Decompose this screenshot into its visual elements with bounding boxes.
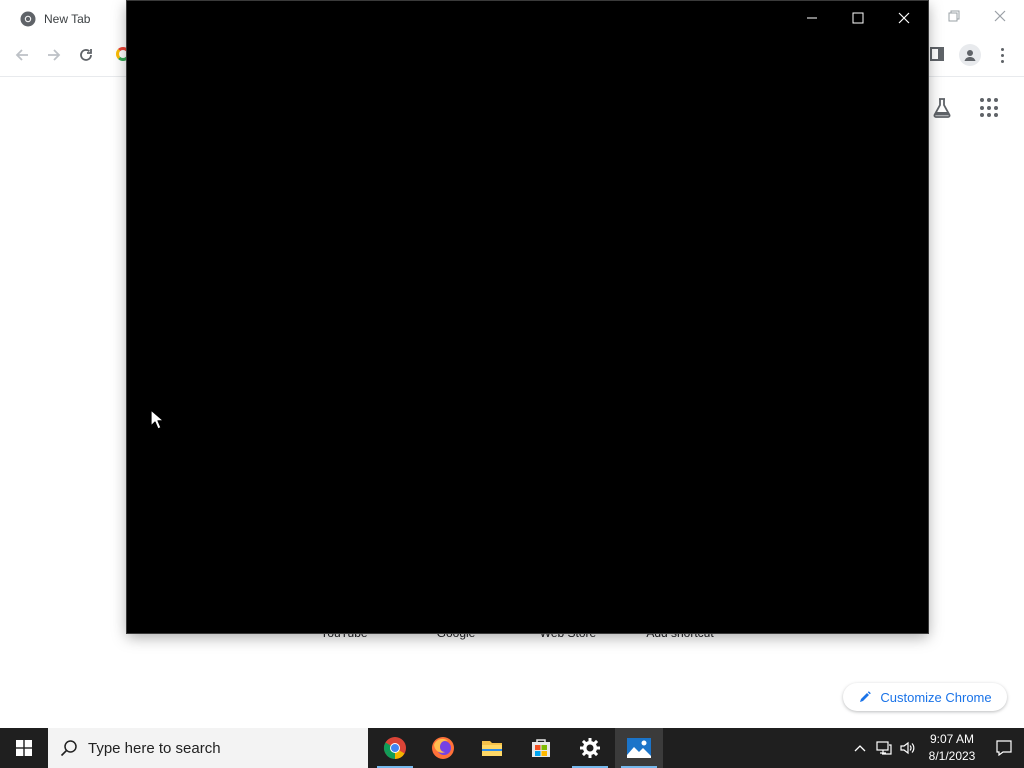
close-icon[interactable] xyxy=(882,5,926,31)
taskbar-settings[interactable] xyxy=(566,728,614,768)
side-panel-icon[interactable] xyxy=(930,47,944,61)
forward-arrow-icon[interactable] xyxy=(43,44,65,66)
file-explorer-icon xyxy=(482,741,502,756)
app-window[interactable] xyxy=(127,1,928,633)
reload-icon[interactable] xyxy=(75,44,97,66)
action-center-notification-icon[interactable] xyxy=(984,728,1024,768)
back-arrow-icon[interactable] xyxy=(11,44,33,66)
more-menu-icon[interactable] xyxy=(996,44,1008,66)
windows-taskbar: Type here to search 9:07 AM 8/1/2023 xyxy=(0,728,1024,768)
windows-logo-icon xyxy=(16,740,32,756)
labs-flask-icon[interactable] xyxy=(930,96,954,120)
google-apps-grid-icon[interactable] xyxy=(980,98,1000,118)
customize-chrome-button[interactable]: Customize Chrome xyxy=(843,683,1007,711)
restore-icon[interactable] xyxy=(944,6,964,26)
taskbar-chrome[interactable] xyxy=(371,728,419,768)
taskbar-firefox[interactable] xyxy=(419,728,467,768)
taskbar-photos[interactable] xyxy=(615,728,663,768)
customize-chrome-label: Customize Chrome xyxy=(880,689,992,705)
taskbar-clock[interactable]: 9:07 AM 8/1/2023 xyxy=(920,731,984,765)
volume-icon[interactable] xyxy=(896,728,920,768)
chrome-tab-icon xyxy=(20,11,36,27)
mouse-cursor-icon xyxy=(150,409,164,430)
settings-icon xyxy=(580,738,600,758)
minimize-icon[interactable] xyxy=(790,5,834,31)
show-hidden-icons-chevron-icon[interactable] xyxy=(848,728,872,768)
taskbar-microsoft-store[interactable] xyxy=(517,728,565,768)
maximize-icon[interactable] xyxy=(836,5,880,31)
clock-time: 9:07 AM xyxy=(929,732,975,746)
search-placeholder: Type here to search xyxy=(88,739,221,757)
firefox-icon xyxy=(432,737,454,759)
photos-icon xyxy=(627,738,651,758)
profile-icon[interactable] xyxy=(959,44,981,66)
tab-title: New Tab xyxy=(44,12,91,26)
pencil-icon xyxy=(860,691,872,702)
search-icon xyxy=(60,740,77,757)
clock-date: 8/1/2023 xyxy=(928,749,976,763)
taskbar-search-box[interactable]: Type here to search xyxy=(48,728,368,768)
chrome-icon xyxy=(384,737,406,759)
microsoft-store-icon xyxy=(532,739,550,757)
browser-close-icon[interactable] xyxy=(990,6,1010,26)
network-icon[interactable] xyxy=(872,728,896,768)
taskbar-file-explorer[interactable] xyxy=(468,728,516,768)
tab-new-tab[interactable]: New Tab xyxy=(8,4,126,34)
start-button[interactable] xyxy=(0,728,48,768)
system-tray: 9:07 AM 8/1/2023 xyxy=(848,728,1024,768)
